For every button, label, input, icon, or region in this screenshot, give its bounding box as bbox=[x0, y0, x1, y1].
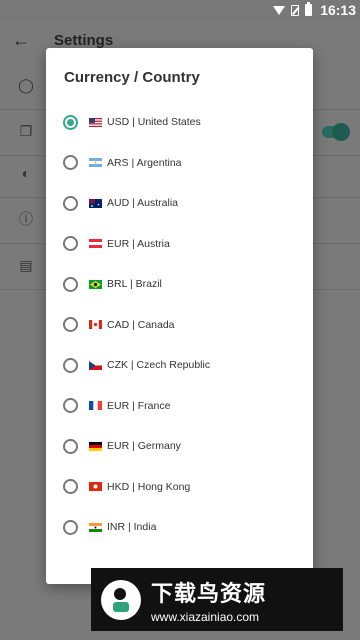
radio-unchecked[interactable] bbox=[63, 317, 78, 332]
currency-option[interactable]: USD | United States bbox=[46, 102, 313, 142]
currency-option-label: HKD | Hong Kong bbox=[107, 480, 191, 493]
currency-option-label: AUD | Australia bbox=[107, 197, 179, 209]
no-sim-icon bbox=[291, 4, 300, 16]
radio-unchecked[interactable] bbox=[63, 398, 78, 413]
currency-option[interactable]: EUR | France bbox=[46, 386, 313, 426]
currency-option-label: BRL | Brazil bbox=[107, 278, 162, 290]
info-icon: ⓘ bbox=[19, 211, 33, 227]
flag-hk-icon bbox=[89, 482, 102, 491]
currency-option-label: INR | India bbox=[107, 521, 157, 533]
currency-option-label: CZK | Czech Republic bbox=[107, 359, 211, 371]
radio-unchecked[interactable] bbox=[63, 438, 78, 454]
currency-option-label: CAD | Canada bbox=[107, 318, 175, 331]
flag-us-icon bbox=[89, 117, 102, 127]
watermark-url: www.xiazainiao.com bbox=[151, 609, 260, 624]
currency-option[interactable]: BRL | Brazil bbox=[46, 264, 313, 304]
watermark: 下载鸟资源 www.xiazainiao.com bbox=[91, 568, 343, 631]
drop-icon: ◐ bbox=[21, 165, 31, 181]
currency-option-label: USD | United States bbox=[107, 116, 201, 128]
watermark-title: 下载鸟资源 bbox=[151, 580, 267, 606]
back-arrow-icon[interactable]: ← bbox=[12, 30, 30, 51]
status-bar: 16:13 bbox=[0, 0, 360, 20]
currency-option[interactable]: ARS | Argentina bbox=[46, 143, 313, 183]
flag-in-icon bbox=[89, 522, 102, 532]
currency-option[interactable]: AUD | Australia bbox=[46, 183, 313, 223]
radio-unchecked[interactable] bbox=[63, 479, 78, 494]
radio-unchecked[interactable] bbox=[63, 357, 78, 373]
flag-ca-icon bbox=[89, 320, 102, 329]
document-icon: ▤ bbox=[19, 257, 33, 273]
watermark-logo-icon bbox=[101, 579, 141, 620]
currency-option[interactable]: INR | India bbox=[46, 507, 313, 547]
currency-option[interactable]: EUR | Germany bbox=[46, 426, 313, 466]
currency-option-label: EUR | Germany bbox=[107, 440, 181, 452]
radio-checked[interactable] bbox=[63, 114, 78, 130]
page-title: Settings bbox=[54, 32, 114, 49]
currency-option-label: EUR | Austria bbox=[107, 237, 170, 250]
currency-option-label: ARS | Argentina bbox=[107, 156, 182, 169]
wifi-icon bbox=[273, 5, 286, 15]
globe-icon: ◯ bbox=[18, 77, 34, 93]
settings-toggle[interactable] bbox=[322, 123, 350, 141]
currency-dialog: Currency / Country USD | United States AR… bbox=[46, 48, 313, 584]
copy-icon: ❐ bbox=[19, 123, 33, 139]
flag-fr-icon bbox=[89, 401, 102, 410]
currency-option[interactable]: CAD | Canada bbox=[46, 305, 313, 345]
currency-option[interactable]: EUR | Austria bbox=[46, 224, 313, 264]
radio-unchecked[interactable] bbox=[63, 276, 78, 292]
flag-at-icon bbox=[89, 239, 102, 248]
flag-ar-icon bbox=[89, 158, 102, 167]
radio-unchecked[interactable] bbox=[63, 236, 78, 251]
battery-icon bbox=[305, 2, 313, 16]
flag-au-icon bbox=[89, 198, 102, 208]
currency-option[interactable]: CZK | Czech Republic bbox=[46, 345, 313, 385]
radio-unchecked[interactable] bbox=[63, 195, 78, 211]
watermark-text: 下载鸟资源 www.xiazainiao.com bbox=[151, 576, 266, 624]
flag-de-icon bbox=[89, 441, 102, 451]
radio-unchecked[interactable] bbox=[63, 155, 78, 170]
dialog-title: Currency / Country bbox=[64, 69, 200, 86]
currency-option-label: EUR | France bbox=[107, 399, 171, 412]
radio-unchecked[interactable] bbox=[63, 519, 78, 535]
status-time: 16:13 bbox=[320, 2, 356, 18]
status-icons: 16:13 bbox=[273, 0, 356, 20]
flag-br-icon bbox=[89, 279, 102, 289]
flag-cz-icon bbox=[89, 360, 102, 370]
currency-option[interactable]: HKD | Hong Kong bbox=[46, 467, 313, 507]
